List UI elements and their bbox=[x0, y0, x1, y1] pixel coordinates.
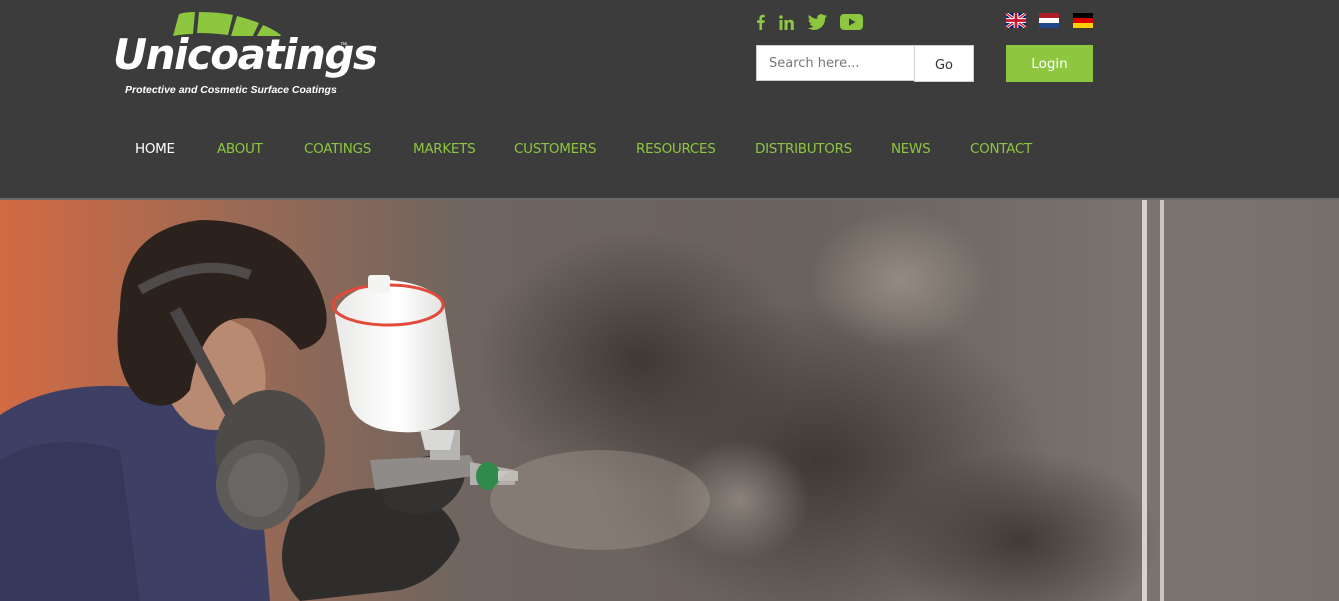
nav-item-markets[interactable]: MARKETS bbox=[413, 139, 476, 159]
hero-image-spray-painter bbox=[0, 200, 1339, 601]
nav-item-about[interactable]: ABOUT bbox=[217, 139, 263, 159]
nav-item-home[interactable]: HOME bbox=[135, 139, 175, 159]
nav-item-resources[interactable]: RESOURCES bbox=[636, 139, 716, 159]
nav-item-distributors[interactable]: DISTRIBUTORS bbox=[755, 139, 852, 159]
nav-item-coatings[interactable]: COATINGS bbox=[304, 139, 371, 159]
login-button[interactable]: Login bbox=[1006, 45, 1093, 82]
search-input[interactable] bbox=[756, 45, 914, 81]
nav-item-contact[interactable]: CONTACT bbox=[970, 139, 1032, 159]
logo-trademark: ™ bbox=[340, 42, 347, 49]
logo-tagline: Protective and Cosmetic Surface Coatings bbox=[125, 84, 337, 96]
netherlands-flag-icon[interactable] bbox=[1039, 13, 1059, 28]
uk-flag-icon[interactable] bbox=[1005, 11, 1027, 30]
youtube-icon[interactable] bbox=[839, 12, 863, 32]
linkedin-icon[interactable] bbox=[778, 12, 794, 32]
facebook-icon[interactable] bbox=[754, 12, 766, 32]
germany-flag-icon[interactable] bbox=[1073, 13, 1093, 28]
search-go-button[interactable]: Go bbox=[914, 45, 974, 82]
nav-item-customers[interactable]: CUSTOMERS bbox=[514, 139, 596, 159]
logo-wordmark: Unicoatings bbox=[113, 30, 378, 79]
unicoatings-logo[interactable]: Unicoatings ™ Protective and Cosmetic Su… bbox=[113, 10, 378, 105]
nav-item-news[interactable]: NEWS bbox=[891, 139, 931, 159]
twitter-icon[interactable] bbox=[807, 12, 827, 32]
